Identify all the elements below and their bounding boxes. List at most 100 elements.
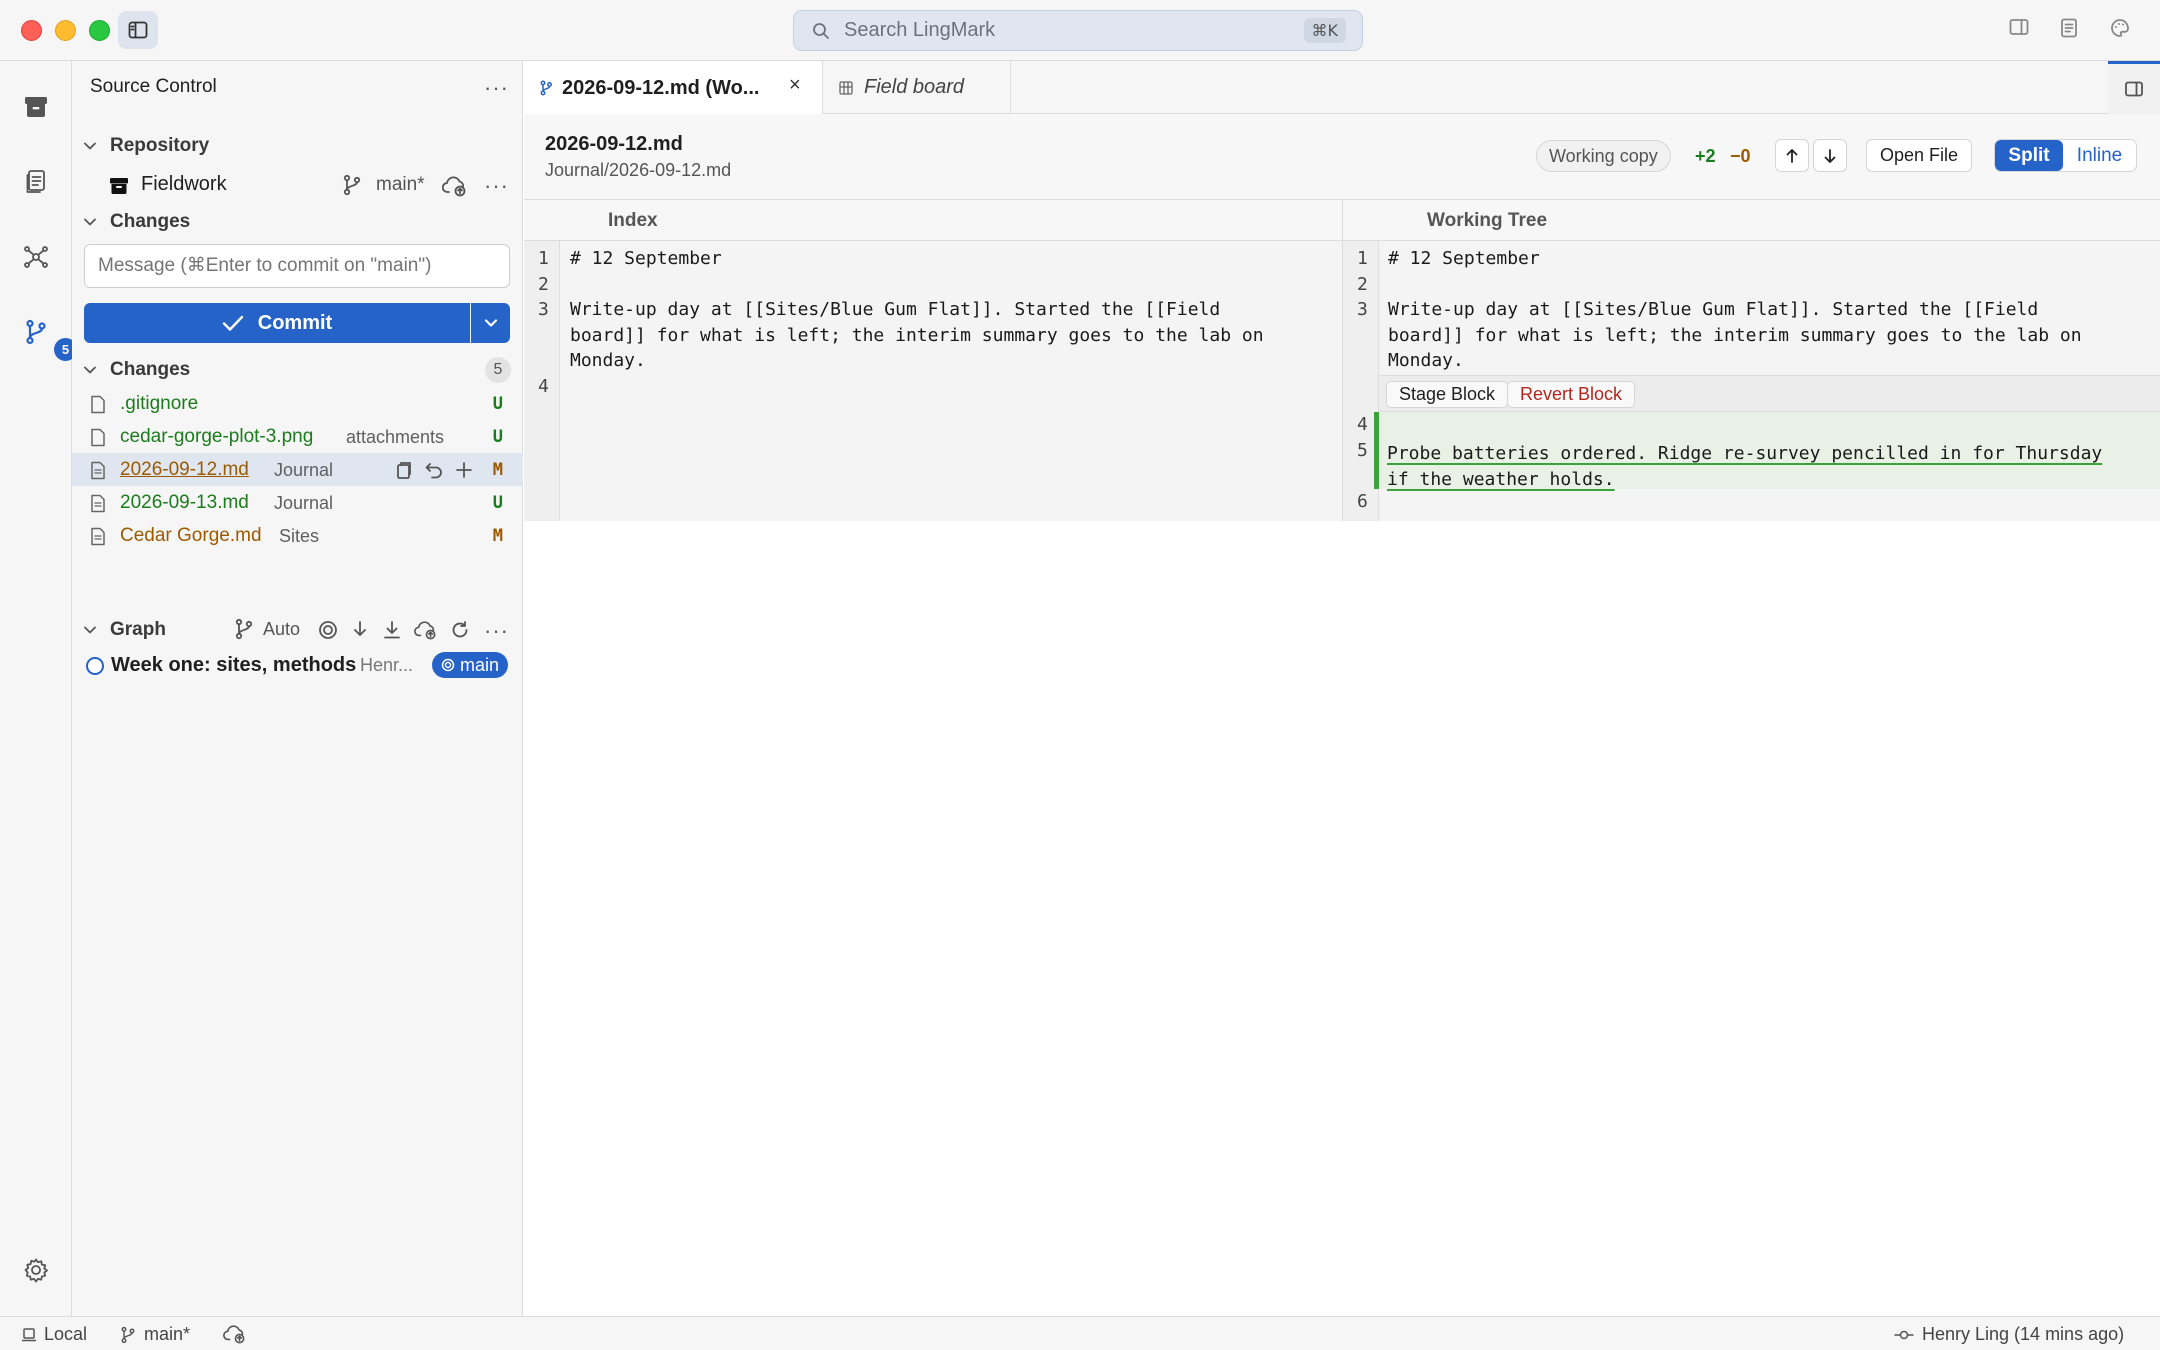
repo-archive-icon <box>110 178 128 194</box>
chevron-down-icon <box>484 319 497 327</box>
changes-section-label: Changes <box>110 359 191 380</box>
document-icon[interactable] <box>2060 18 2078 38</box>
branch-status[interactable]: main* <box>120 1324 190 1345</box>
file-name: 2026-09-13.md <box>120 492 249 513</box>
revert-block-button[interactable]: Revert Block <box>1507 381 1636 408</box>
file-status: M <box>492 526 503 546</box>
block-actions-bar: Stage Block Revert Block <box>1379 375 2160 412</box>
graph-section-label: Graph <box>110 619 166 640</box>
file-row-2026-09-13[interactable]: 2026-09-13.md Journal U <box>72 486 523 519</box>
fetch-icon[interactable] <box>350 620 370 640</box>
search-placeholder: Search LingMark <box>844 19 996 41</box>
pull-icon[interactable] <box>382 620 402 640</box>
commit-button[interactable]: Commit <box>84 303 470 343</box>
push-icon[interactable] <box>414 620 438 640</box>
chevron-down-icon <box>84 626 96 634</box>
index-column-header: Index <box>608 210 658 231</box>
tab-label: Field board <box>864 76 965 98</box>
laptop-icon <box>22 1327 36 1341</box>
added-line-5b: if the weather holds. <box>1387 468 1615 490</box>
graph-more-icon[interactable]: ··· <box>484 620 509 642</box>
window-maximize-button[interactable] <box>89 20 110 41</box>
last-commit-status[interactable]: Henry Ling (14 mins ago) <box>1894 1324 2124 1345</box>
source-control-icon[interactable]: 5 <box>20 316 77 361</box>
chevron-down-icon <box>84 142 96 150</box>
panel-title: Source Control <box>90 76 217 97</box>
target-icon[interactable] <box>318 620 338 640</box>
repo-more-icon[interactable]: ··· <box>484 175 509 197</box>
right-panel-toggle[interactable] <box>2108 61 2160 114</box>
sync-status[interactable] <box>223 1324 247 1344</box>
file-status: U <box>492 493 503 513</box>
tab-close-icon[interactable]: × <box>789 74 801 97</box>
commit-message-input[interactable] <box>84 244 510 288</box>
documents-icon[interactable] <box>20 166 52 198</box>
open-file-button[interactable]: Open File <box>1866 139 1973 172</box>
status-bar: Local main* Henry Ling (14 mins ago) <box>0 1316 2160 1350</box>
index-pane: 1 2 3 4 # 12 September Write-up day at [… <box>524 241 1342 521</box>
file-directory: Journal <box>274 460 334 480</box>
repo-name: Fieldwork <box>141 173 227 195</box>
open-file-icon[interactable] <box>394 460 414 480</box>
file-status: U <box>492 427 503 447</box>
additions-count: +2 <box>1695 146 1716 166</box>
refresh-icon[interactable] <box>450 620 470 640</box>
right-sidebar-icon[interactable] <box>2009 18 2029 36</box>
next-change-button[interactable] <box>1813 139 1847 172</box>
settings-gear-icon[interactable] <box>20 1254 52 1286</box>
tab-field-board[interactable]: Field board <box>823 61 1011 114</box>
file-status: U <box>492 394 503 414</box>
title-bar: Search LingMark ⌘K <box>0 0 2160 61</box>
file-row-cedar-gorge-plot[interactable]: cedar-gorge-plot-3.png attachments U <box>72 420 523 453</box>
changes-section-header[interactable]: Changes 5 <box>72 355 523 385</box>
commit-icon <box>1894 1330 1914 1339</box>
search-shortcut: ⌘K <box>1303 18 1346 43</box>
window-close-button[interactable] <box>21 20 42 41</box>
cloud-upload-icon[interactable] <box>442 175 468 197</box>
tab-label: 2026-09-12.md (Wo... <box>562 76 760 99</box>
checkmark-icon <box>222 315 243 331</box>
file-name: cedar-gorge-plot-3.png <box>120 426 314 447</box>
chevron-down-icon <box>84 218 96 226</box>
file-status: M <box>492 460 503 480</box>
line-number-gutter: 1 2 3 4 <box>524 241 560 521</box>
repo-branch[interactable]: main* <box>376 174 425 196</box>
archive-icon[interactable] <box>20 91 52 123</box>
file-actions <box>394 460 474 480</box>
search-bar[interactable]: Search LingMark ⌘K <box>793 10 1363 51</box>
file-row-gitignore[interactable]: .gitignore U <box>72 387 523 420</box>
file-row-cedar-gorge[interactable]: Cedar Gorge.md Sites M <box>72 519 523 552</box>
file-directory: Journal <box>274 493 334 513</box>
changes-count: 5 <box>485 357 511 383</box>
palette-icon[interactable] <box>2110 18 2130 38</box>
stage-file-icon[interactable] <box>454 460 474 480</box>
commit-author: Henr... <box>360 655 414 675</box>
graph-mode[interactable]: Auto <box>263 619 300 640</box>
sidebar-toggle-button[interactable] <box>118 11 158 49</box>
activity-bar: 5 <box>0 61 77 1316</box>
graph-section-header[interactable]: Graph Auto ··· <box>72 615 523 645</box>
panel-more-icon[interactable]: ··· <box>484 77 509 99</box>
added-code-lines: Probe batteries ordered. Ridge re-survey… <box>1387 441 2102 492</box>
file-row-2026-09-12[interactable]: 2026-09-12.md Journal M <box>72 453 523 486</box>
arrow-down-icon <box>1824 148 1836 163</box>
code-line-3: Write-up day at [[Sites/Blue Gum Flat]].… <box>1388 299 2082 371</box>
code-line-1: # 12 September <box>570 248 722 269</box>
previous-change-button[interactable] <box>1775 139 1809 172</box>
repository-section-header[interactable]: Repository <box>72 131 523 161</box>
commit-options-dropdown[interactable] <box>471 303 510 343</box>
inline-view-button[interactable]: Inline <box>2063 140 2136 171</box>
tab-diff-2026-09-12[interactable]: 2026-09-12.md (Wo... × <box>524 61 823 115</box>
stage-block-button[interactable]: Stage Block <box>1386 381 1509 408</box>
graph-commit-row[interactable]: Week one: sites, methods Henr... main <box>72 649 523 681</box>
window-minimize-button[interactable] <box>55 20 76 41</box>
graph-view-icon[interactable] <box>20 241 52 273</box>
repository-row[interactable]: Fieldwork main* ··· <box>72 169 523 201</box>
file-directory: attachments <box>346 427 445 447</box>
discard-changes-icon[interactable] <box>424 460 444 480</box>
commit-section-header[interactable]: Changes <box>72 207 523 237</box>
last-commit-label: Henry Ling (14 mins ago) <box>1922 1324 2125 1344</box>
split-view-button[interactable]: Split <box>1995 140 2064 171</box>
file-directory: Sites <box>279 526 320 546</box>
location-status[interactable]: Local <box>22 1324 87 1345</box>
